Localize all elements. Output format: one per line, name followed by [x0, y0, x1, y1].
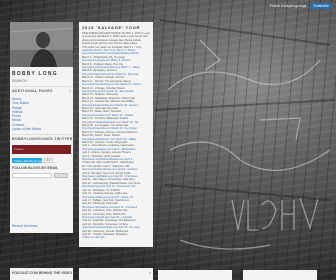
- post-body: NEW ALBUM AND NEW SONGS ON MAY 1, 2015 I…: [82, 32, 150, 240]
- top-bar: Follow bobbylongsongs Subscribe: [270, 0, 336, 12]
- blog-title[interactable]: BOBBY LONG: [12, 71, 58, 77]
- blog-post: 2015 'SALVAGE' TOUR NEW ALBUM AND NEW SO…: [79, 22, 153, 247]
- bottom-widget-right: [158, 270, 232, 280]
- divider: [12, 134, 71, 135]
- chevron-down-icon[interactable]: ▾: [149, 271, 151, 275]
- post-title[interactable]: 2015 'SALVAGE' TOUR: [82, 25, 140, 30]
- bottom-widget-left: PODCAST.COM BEHIND THE VIDEO: [10, 268, 73, 280]
- chevron-down-icon[interactable]: ▾: [69, 89, 71, 93]
- pages-heading: ADDITIONAL PAGES: [12, 89, 53, 93]
- widget-heading: PODCAST.COM BEHIND THE VIDEO: [12, 271, 73, 275]
- bottom-widget-middle: ▾: [79, 268, 153, 280]
- email-submit-button[interactable]: [54, 173, 68, 178]
- follower-count: 2,9: [44, 158, 53, 163]
- email-field[interactable]: [12, 173, 52, 178]
- search-label[interactable]: SEARCH: [12, 79, 27, 83]
- email-heading: FOLLOW BLOGS BY EMAIL: [12, 166, 59, 170]
- post-link-line[interactable]: http://www.horseshoetavern.com March 12 …: [82, 83, 150, 86]
- page-link[interactable]: Lyrics of the World: [12, 127, 41, 131]
- post-link-line[interactable]: Tickets on sale now: [82, 236, 150, 239]
- twitter-widget[interactable]: Tweets: [12, 145, 71, 154]
- twitter-follow-button[interactable]: Follow @bobbylongsongs: [12, 158, 48, 163]
- tweets-label: Tweets: [14, 147, 24, 151]
- sidebar: BOBBY LONG SEARCH ADDITIONAL PAGES ▾ Abo…: [10, 22, 73, 233]
- follow-link[interactable]: Follow bobbylongsongs: [270, 4, 307, 8]
- profile-photo: [10, 22, 73, 67]
- archive-link[interactable]: Recent Archives: [12, 224, 37, 228]
- bottom-widget-far-right: [243, 270, 317, 280]
- subscribe-button[interactable]: Subscribe: [310, 3, 332, 9]
- twitter-heading: BOBBYLONGSONGS TWITTER: [12, 137, 73, 141]
- divider: [12, 86, 71, 87]
- pages-list: About Tour Dates Songs Videos Press Musi…: [12, 97, 41, 131]
